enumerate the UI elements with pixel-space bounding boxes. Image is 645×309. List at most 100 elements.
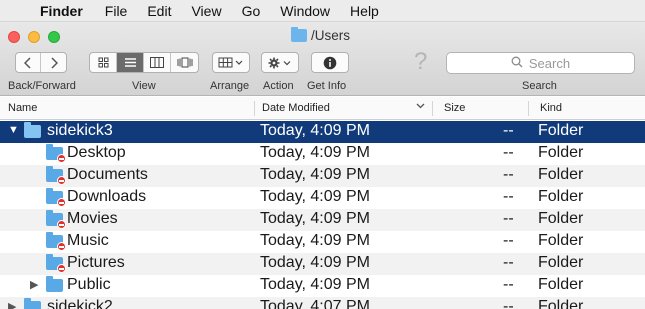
no-access-badge-icon bbox=[57, 242, 66, 251]
file-date: Today, 4:09 PM bbox=[260, 232, 370, 249]
column-divider[interactable] bbox=[528, 101, 529, 116]
column-divider[interactable] bbox=[254, 101, 255, 116]
forward-button[interactable] bbox=[41, 53, 66, 72]
cover-flow-view-button[interactable] bbox=[171, 53, 198, 72]
column-divider[interactable] bbox=[432, 101, 433, 116]
question-mark-icon: ? bbox=[414, 48, 428, 75]
menu-go[interactable]: Go bbox=[242, 3, 261, 19]
menu-help[interactable]: Help bbox=[350, 3, 379, 19]
folder-icon bbox=[46, 276, 63, 292]
action-control bbox=[261, 52, 299, 73]
grid-icon bbox=[98, 57, 108, 68]
list-view-button[interactable] bbox=[117, 53, 144, 72]
get-info-control bbox=[311, 52, 349, 73]
column-header: Name Date Modified Size Kind bbox=[0, 97, 645, 120]
sort-chevron-icon[interactable] bbox=[416, 101, 425, 113]
restricted-folder-icon bbox=[46, 188, 66, 207]
menu-finder[interactable]: Finder bbox=[40, 3, 83, 19]
file-row-sidekick2[interactable]: ▶ sidekick2 Today, 4:07 PM -- Folder bbox=[0, 297, 645, 309]
menu-bar: Finder File Edit View Go Window Help bbox=[0, 0, 645, 22]
file-row-music[interactable]: Music Today, 4:09 PM -- Folder bbox=[0, 231, 645, 253]
file-size: -- bbox=[503, 210, 514, 227]
home-folder-icon bbox=[24, 122, 41, 138]
file-list: ▼ sidekick3 Today, 4:09 PM -- Folder Des… bbox=[0, 121, 645, 309]
disclosure-expanded-icon[interactable]: ▼ bbox=[8, 124, 19, 136]
file-row-public[interactable]: ▶ Public Today, 4:09 PM -- Folder bbox=[0, 275, 645, 297]
file-name: Downloads bbox=[67, 188, 147, 205]
file-name: Music bbox=[67, 232, 109, 249]
window-title-text: /Users bbox=[311, 28, 351, 43]
column-size[interactable]: Size bbox=[444, 102, 465, 114]
window-toolbar: /Users Back/Forward View Arrange Action … bbox=[0, 22, 645, 96]
file-kind: Folder bbox=[538, 166, 584, 183]
file-size: -- bbox=[503, 122, 514, 139]
disclosure-collapsed-icon[interactable]: ▶ bbox=[8, 300, 16, 309]
no-access-badge-icon bbox=[57, 264, 66, 273]
menu-edit[interactable]: Edit bbox=[147, 3, 171, 19]
file-size: -- bbox=[503, 144, 514, 161]
file-name: Pictures bbox=[67, 254, 125, 271]
menu-file[interactable]: File bbox=[105, 3, 128, 19]
file-size: -- bbox=[503, 254, 514, 271]
search-label: Search bbox=[522, 80, 557, 92]
no-access-badge-icon bbox=[57, 220, 66, 229]
file-row-sidekick3[interactable]: ▼ sidekick3 Today, 4:09 PM -- Folder bbox=[0, 121, 645, 143]
restricted-folder-icon bbox=[46, 144, 66, 163]
file-date: Today, 4:09 PM bbox=[260, 122, 370, 139]
file-date: Today, 4:09 PM bbox=[260, 210, 370, 227]
column-name[interactable]: Name bbox=[8, 102, 37, 114]
icon-view-button[interactable] bbox=[90, 53, 117, 72]
folder-icon bbox=[291, 27, 307, 42]
file-row-pictures[interactable]: Pictures Today, 4:09 PM -- Folder bbox=[0, 253, 645, 275]
menu-window[interactable]: Window bbox=[280, 3, 330, 19]
back-button[interactable] bbox=[16, 53, 42, 72]
file-row-movies[interactable]: Movies Today, 4:09 PM -- Folder bbox=[0, 209, 645, 231]
file-kind: Folder bbox=[538, 298, 584, 309]
column-view-button[interactable] bbox=[144, 53, 171, 72]
zoom-button[interactable] bbox=[48, 31, 60, 43]
window-title: /Users bbox=[291, 27, 351, 43]
no-access-badge-icon bbox=[57, 176, 66, 185]
file-date: Today, 4:07 PM bbox=[260, 298, 370, 309]
cover-flow-icon bbox=[177, 57, 192, 68]
file-kind: Folder bbox=[538, 188, 584, 205]
search-field[interactable]: Search bbox=[446, 52, 635, 74]
file-row-documents[interactable]: Documents Today, 4:09 PM -- Folder bbox=[0, 165, 645, 187]
file-name: sidekick2 bbox=[47, 298, 113, 309]
file-name: sidekick3 bbox=[47, 122, 113, 139]
file-row-downloads[interactable]: Downloads Today, 4:09 PM -- Folder bbox=[0, 187, 645, 209]
file-row-desktop[interactable]: Desktop Today, 4:09 PM -- Folder bbox=[0, 143, 645, 165]
chevron-right-icon bbox=[50, 56, 58, 69]
menu-view[interactable]: View bbox=[191, 3, 221, 19]
close-button[interactable] bbox=[8, 31, 20, 43]
list-icon bbox=[124, 58, 136, 67]
arrange-grid-icon bbox=[218, 57, 243, 68]
file-name: Public bbox=[67, 276, 111, 293]
restricted-folder-icon bbox=[46, 254, 66, 273]
arrange-button[interactable] bbox=[213, 53, 249, 72]
action-label: Action bbox=[263, 80, 294, 92]
file-date: Today, 4:09 PM bbox=[260, 254, 370, 271]
file-size: -- bbox=[503, 188, 514, 205]
file-size: -- bbox=[503, 166, 514, 183]
no-access-badge-icon bbox=[57, 198, 66, 207]
minimize-button[interactable] bbox=[28, 31, 40, 43]
column-kind[interactable]: Kind bbox=[540, 102, 562, 114]
file-date: Today, 4:09 PM bbox=[260, 166, 370, 183]
restricted-folder-icon bbox=[46, 232, 66, 251]
columns-icon bbox=[150, 57, 164, 68]
magnifier-icon bbox=[511, 56, 523, 71]
search-placeholder: Search bbox=[528, 55, 571, 71]
restricted-folder-icon bbox=[46, 166, 66, 185]
file-kind: Folder bbox=[538, 232, 584, 249]
file-date: Today, 4:09 PM bbox=[260, 188, 370, 205]
action-button[interactable] bbox=[262, 53, 298, 72]
home-folder-icon bbox=[24, 298, 41, 309]
get-info-button[interactable] bbox=[312, 53, 348, 72]
disclosure-collapsed-icon[interactable]: ▶ bbox=[30, 278, 38, 291]
arrange-control bbox=[212, 52, 250, 73]
file-kind: Folder bbox=[538, 144, 584, 161]
file-size: -- bbox=[503, 276, 514, 293]
file-name: Movies bbox=[67, 210, 118, 227]
column-date-modified[interactable]: Date Modified bbox=[262, 102, 330, 114]
